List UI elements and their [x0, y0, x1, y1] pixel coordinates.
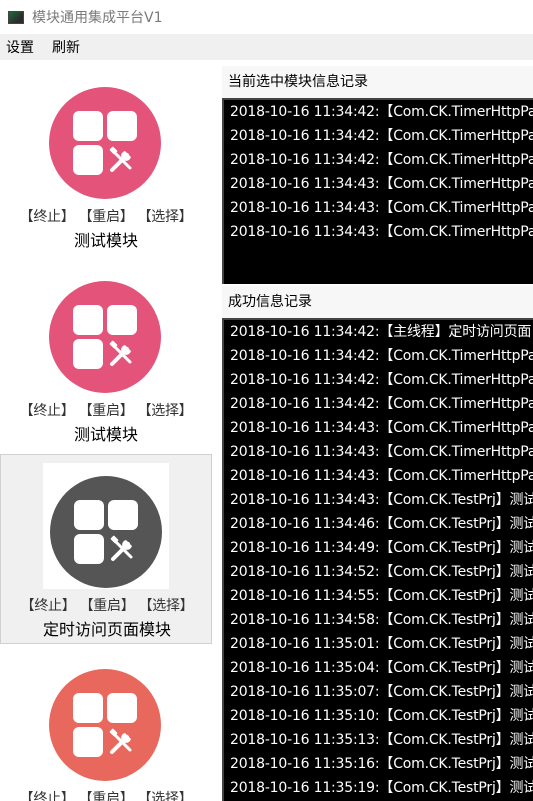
log-line: 2018-10-16 11:34:43:【Com.CK.TimerHttpPag…	[230, 200, 533, 216]
module-card[interactable]: 【终止】 【重启】 【选择】 定时访问页面模块	[0, 454, 212, 644]
log-line: 2018-10-16 11:34:55:【Com.CK.TestPrj】测试	[230, 588, 533, 604]
stop-link[interactable]: 【终止】	[21, 598, 76, 614]
log-line: 2018-10-16 11:34:43:【Com.CK.TimerHttpPag…	[230, 224, 533, 240]
current-log-title: 当前选中模块信息记录	[222, 66, 533, 98]
tile-shape	[73, 305, 103, 335]
tools-icon	[109, 146, 132, 172]
log-line: 2018-10-16 11:34:58:【Com.CK.TestPrj】测试	[230, 612, 533, 628]
log-line: 2018-10-16 11:34:42:【Com.CK.TimerHttpPag…	[230, 348, 533, 364]
log-panel: 当前选中模块信息记录 2018-10-16 11:34:42:【Com.CK.T…	[222, 66, 533, 801]
current-log-box[interactable]: 2018-10-16 11:34:42:【Com.CK.TimerHttpPag…	[222, 98, 533, 284]
select-link[interactable]: 【选择】	[138, 209, 193, 225]
module-icon	[49, 669, 161, 781]
tile-shape	[73, 339, 103, 369]
tile-shape	[74, 500, 104, 530]
log-line: 2018-10-16 11:35:16:【Com.CK.TestPrj】测试	[230, 756, 533, 772]
log-line: 2018-10-16 11:35:04:【Com.CK.TestPrj】测试	[230, 660, 533, 676]
restart-link[interactable]: 【重启】	[79, 209, 134, 225]
log-line: 2018-10-16 11:35:01:【Com.CK.TestPrj】测试	[230, 636, 533, 652]
window-title: 模块通用集成平台V1	[32, 10, 163, 26]
tile-shape	[107, 305, 137, 335]
log-line: 2018-10-16 11:34:43:【Com.CK.TestPrj】测试	[230, 492, 533, 508]
tile-shape	[108, 500, 138, 530]
log-line: 2018-10-16 11:35:07:【Com.CK.TestPrj】测试	[230, 684, 533, 700]
module-name: 测试模块	[73, 425, 138, 444]
module-icon	[49, 87, 161, 199]
log-line: 2018-10-16 11:34:43:【Com.CK.TimerHttpPag…	[230, 176, 533, 192]
stop-link[interactable]: 【终止】	[20, 403, 75, 419]
log-line: 2018-10-16 11:34:42:【主线程】定时访问页面	[230, 324, 532, 340]
log-line: 2018-10-16 11:34:42:【Com.CK.TimerHttpPag…	[230, 152, 533, 168]
tools-icon	[110, 535, 133, 561]
restart-link[interactable]: 【重启】	[79, 403, 134, 419]
log-line: 2018-10-16 11:34:49:【Com.CK.TestPrj】测试	[230, 540, 533, 556]
module-card[interactable]: 【终止】 【重启】 【选择】	[0, 648, 212, 801]
module-actions: 【终止】 【重启】 【选择】	[0, 206, 212, 226]
tile-shape	[73, 727, 103, 757]
module-icon	[49, 281, 161, 393]
module-actions: 【终止】 【重启】 【选择】	[0, 788, 212, 801]
log-line: 2018-10-16 11:34:43:【Com.CK.TimerHttpPag…	[230, 444, 533, 460]
module-icon	[50, 476, 162, 588]
log-line: 2018-10-16 11:34:43:【Com.CK.TimerHttpPag…	[230, 468, 533, 484]
log-line: 2018-10-16 11:34:43:【Com.CK.TimerHttpPag…	[230, 420, 533, 436]
success-log-title: 成功信息记录	[222, 286, 533, 318]
title-bar: 模块通用集成平台V1	[0, 0, 533, 34]
stop-link[interactable]: 【终止】	[20, 209, 75, 225]
tile-shape	[73, 693, 103, 723]
tile-shape	[73, 111, 103, 141]
menu-settings[interactable]: 设置	[0, 37, 42, 57]
log-line: 2018-10-16 11:34:42:【Com.CK.TimerHttpPag…	[230, 128, 533, 144]
log-line: 2018-10-16 11:35:13:【Com.CK.TestPrj】测试	[230, 732, 533, 748]
stop-link[interactable]: 【终止】	[20, 791, 75, 801]
tile-shape	[107, 693, 137, 723]
menu-bar: 设置 刷新	[0, 34, 533, 60]
tools-icon	[109, 340, 132, 366]
restart-link[interactable]: 【重启】	[79, 791, 134, 801]
app-icon	[8, 10, 24, 24]
tile-shape	[107, 111, 137, 141]
menu-refresh[interactable]: 刷新	[42, 37, 88, 57]
log-line: 2018-10-16 11:34:42:【Com.CK.TimerHttpPag…	[230, 372, 533, 388]
log-line: 2018-10-16 11:34:42:【Com.CK.TimerHttpPag…	[230, 396, 533, 412]
log-line: 2018-10-16 11:34:46:【Com.CK.TestPrj】测试	[230, 516, 533, 532]
log-line: 2018-10-16 11:34:42:【Com.CK.TimerHttpPag…	[230, 104, 533, 120]
log-line: 2018-10-16 11:34:52:【Com.CK.TestPrj】测试	[230, 564, 533, 580]
select-link[interactable]: 【选择】	[139, 598, 194, 614]
module-actions: 【终止】 【重启】 【选择】	[1, 595, 213, 615]
select-link[interactable]: 【选择】	[138, 791, 193, 801]
module-list[interactable]: 【终止】 【重启】 【选择】 测试模块 【终止】 【重启】 【选择】 测试模块 …	[0, 66, 220, 801]
tile-shape	[74, 534, 104, 564]
log-line: 2018-10-16 11:35:10:【Com.CK.TestPrj】测试	[230, 708, 533, 724]
select-link[interactable]: 【选择】	[138, 403, 193, 419]
restart-link[interactable]: 【重启】	[80, 598, 135, 614]
tools-icon	[109, 728, 132, 754]
module-actions: 【终止】 【重启】 【选择】	[0, 400, 212, 420]
log-line: 2018-10-16 11:35:19:【Com.CK.TestPrj】测试	[230, 780, 533, 796]
module-name: 定时访问页面模块	[42, 620, 171, 639]
module-card[interactable]: 【终止】 【重启】 【选择】 测试模块	[0, 66, 212, 256]
module-name: 测试模块	[73, 231, 138, 250]
success-log-box[interactable]: 2018-10-16 11:34:42:【主线程】定时访问页面 2018-10-1…	[222, 318, 533, 801]
tile-shape	[73, 145, 103, 175]
module-card[interactable]: 【终止】 【重启】 【选择】 测试模块	[0, 260, 212, 450]
